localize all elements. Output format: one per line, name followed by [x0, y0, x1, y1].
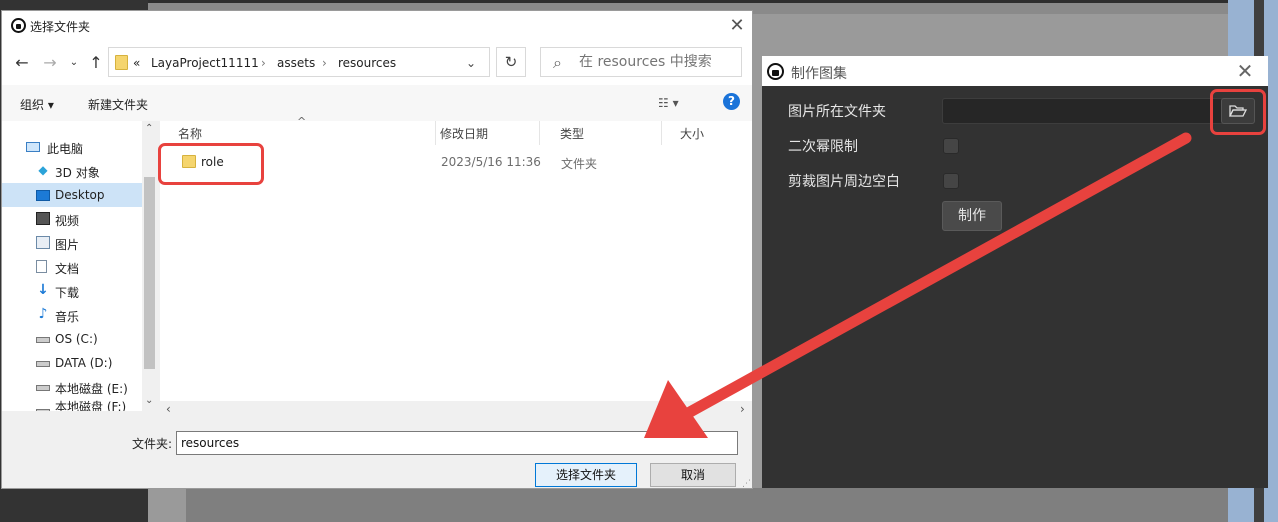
close-icon[interactable]: ✕ — [724, 15, 750, 37]
back-arrow-icon[interactable]: ← — [12, 53, 32, 73]
help-icon[interactable]: ? — [723, 93, 740, 110]
address-bar[interactable]: « LayaProject11111 › assets › resources … — [108, 47, 490, 77]
drive-icon — [36, 361, 50, 367]
nav-item-3d-objects[interactable]: ◆ 3D 对象 — [2, 159, 142, 183]
scroll-right-icon[interactable]: › — [740, 402, 745, 416]
background-dark-bar — [148, 0, 1228, 3]
scroll-down-icon[interactable]: ⌄ — [145, 395, 153, 406]
nav-item-label: 此电脑 — [47, 142, 84, 156]
nav-item-drive-c[interactable]: OS (C:) — [2, 327, 142, 351]
power-of-two-label: 二次幂限制 — [788, 139, 858, 155]
nav-item-label: 图片 — [55, 238, 80, 252]
breadcrumb-chevron-icon[interactable]: › — [322, 56, 327, 70]
organize-menu[interactable]: 组织 ▾ — [20, 96, 54, 113]
breadcrumb-chevron-icon[interactable]: › — [261, 56, 266, 70]
search-box[interactable]: ⌕ — [540, 47, 742, 77]
documents-icon — [36, 260, 47, 273]
background-bottom-area — [186, 488, 1228, 522]
3d-objects-icon: ◆ — [38, 163, 48, 177]
videos-icon — [36, 212, 50, 225]
nav-item-label: 文档 — [55, 262, 80, 276]
downloads-icon: ↓ — [37, 282, 49, 298]
column-header-modified[interactable]: 修改日期 — [422, 121, 540, 145]
nav-item-music[interactable]: ♪ 音乐 — [2, 303, 142, 327]
search-icon: ⌕ — [553, 53, 562, 72]
view-options-icon[interactable]: ☷ ▾ — [658, 96, 679, 110]
pictures-icon — [36, 236, 50, 249]
nav-item-label: 视频 — [55, 214, 80, 228]
nav-item-drive-e[interactable]: 本地磁盘 (E:) — [2, 375, 142, 399]
app-logo-icon — [11, 18, 26, 33]
scrollbar-thumb[interactable] — [144, 177, 155, 369]
drive-icon — [36, 385, 50, 391]
breadcrumb-item[interactable]: LayaProject11111 — [151, 56, 259, 70]
nav-item-label: Desktop — [55, 188, 105, 202]
power-of-two-checkbox[interactable] — [943, 138, 959, 154]
app-logo-icon — [767, 63, 784, 80]
drive-icon — [36, 337, 50, 343]
nav-item-downloads[interactable]: ↓ 下载 — [2, 279, 142, 303]
trim-whitespace-checkbox[interactable] — [943, 173, 959, 189]
panel-title: 制作图集 — [791, 66, 847, 82]
nav-item-pictures[interactable]: 图片 — [2, 231, 142, 255]
desktop-icon — [36, 190, 50, 201]
scroll-up-icon[interactable]: ⌃ — [145, 123, 153, 134]
nav-item-label: 3D 对象 — [55, 166, 100, 180]
make-atlas-panel: 制作图集 ✕ 图片所在文件夹 二次幂限制 剪裁图片周边空白 制作 — [762, 56, 1268, 488]
breadcrumb-item[interactable]: assets — [277, 56, 315, 70]
navigation-bar: ← → ⌄ ↑ « LayaProject11111 › assets › re… — [2, 41, 752, 85]
recent-locations-chevron-icon[interactable]: ⌄ — [64, 53, 84, 73]
refresh-icon[interactable]: ↻ — [496, 47, 526, 77]
column-header-type[interactable]: 类型 — [542, 121, 662, 145]
select-folder-button[interactable]: 选择文件夹 — [535, 463, 637, 487]
resize-grip-icon[interactable]: ⋰ — [742, 479, 751, 489]
select-folder-dialog: 选择文件夹 ✕ ← → ⌄ ↑ « LayaProject11111 › ass… — [1, 10, 753, 489]
column-header-name[interactable]: 名称 — [160, 121, 436, 145]
trim-whitespace-label: 剪裁图片周边空白 — [788, 174, 900, 190]
nav-item-label: 下载 — [55, 286, 80, 300]
search-input[interactable] — [579, 50, 737, 74]
folder-icon — [115, 55, 128, 70]
music-icon: ♪ — [38, 306, 48, 322]
nav-item-documents[interactable]: 文档 — [2, 255, 142, 279]
address-dropdown-icon[interactable]: ⌄ — [466, 56, 476, 70]
nav-item-drive-d[interactable]: DATA (D:) — [2, 351, 142, 375]
file-type: 文件夹 — [561, 157, 598, 171]
file-list-horizontal-scrollbar[interactable]: ‹ › — [160, 401, 752, 417]
annotation-highlight-box — [158, 143, 264, 185]
computer-icon — [26, 142, 40, 152]
make-atlas-button[interactable]: 制作 — [942, 201, 1002, 231]
up-arrow-icon[interactable]: ↑ — [86, 53, 106, 73]
drive-icon — [36, 409, 50, 411]
new-folder-button[interactable]: 新建文件夹 — [88, 96, 148, 113]
folder-path-input[interactable] — [942, 98, 1232, 124]
forward-arrow-icon[interactable]: → — [40, 53, 60, 73]
cancel-button[interactable]: 取消 — [650, 463, 736, 487]
folder-field-label: 文件夹: — [132, 437, 173, 451]
annotation-highlight-box — [1210, 89, 1266, 135]
folder-name-input[interactable] — [176, 431, 738, 455]
file-modified: 2023/5/16 11:36 — [441, 155, 541, 169]
navigation-pane: 此电脑 ◆ 3D 对象 Desktop 视频 图片 文档 ↓ 下载 ♪ 音乐 O… — [2, 121, 157, 411]
nav-item-label: 音乐 — [55, 310, 80, 324]
nav-item-label: OS (C:) — [55, 332, 98, 346]
dialog-title: 选择文件夹 — [30, 20, 91, 34]
folder-field-label: 图片所在文件夹 — [788, 104, 886, 120]
breadcrumb-overflow[interactable]: « — [133, 56, 140, 70]
breadcrumb-item[interactable]: resources — [338, 56, 396, 70]
nav-item-label: 本地磁盘 (F:) — [55, 400, 127, 411]
dialog-titlebar: 选择文件夹 ✕ — [2, 11, 752, 41]
nav-item-drive-f[interactable]: 本地磁盘 (F:) — [2, 399, 142, 411]
nav-pane-scrollbar[interactable]: ⌃ ⌄ — [142, 121, 157, 411]
nav-item-label: DATA (D:) — [55, 356, 113, 370]
nav-item-label: 本地磁盘 (E:) — [55, 382, 128, 396]
command-toolbar: 组织 ▾ 新建文件夹 ☷ ▾ ? — [2, 85, 752, 121]
scroll-left-icon[interactable]: ‹ — [166, 402, 171, 416]
close-icon[interactable]: ✕ — [1230, 58, 1260, 84]
nav-item-videos[interactable]: 视频 — [2, 207, 142, 231]
nav-item-desktop[interactable]: Desktop — [2, 183, 142, 207]
nav-item-this-pc[interactable]: 此电脑 — [2, 135, 142, 159]
panel-titlebar: 制作图集 ✕ — [762, 56, 1268, 86]
column-header-size[interactable]: 大小 — [662, 121, 752, 145]
